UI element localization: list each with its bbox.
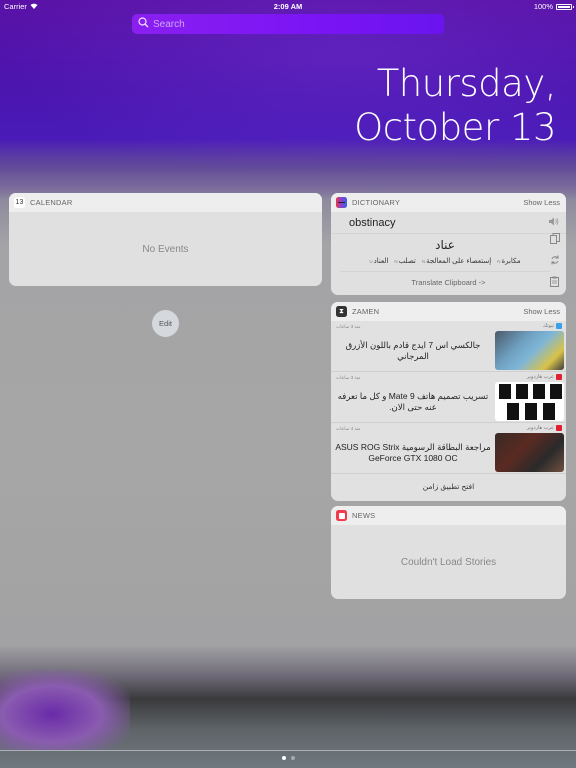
dictionary-title: DICTIONARY — [352, 198, 401, 207]
clock: 2:09 AM — [273, 2, 303, 11]
page-dot-1[interactable] — [281, 756, 286, 760]
open-zamen-button[interactable]: افتح تطبيق زامن — [331, 474, 566, 499]
source-icon — [556, 374, 562, 380]
news-item[interactable]: منذ 3 ساعات عرب هاردوير تسريب تصميم هاتف… — [331, 372, 566, 423]
edit-button[interactable]: Edit — [152, 310, 179, 337]
dictionary-widget: DICTIONARY Show Less obstinacy عناد مكاب… — [331, 193, 566, 295]
copy-icon[interactable] — [550, 233, 560, 247]
search-input[interactable] — [153, 18, 423, 30]
search-icon — [138, 15, 149, 33]
page-indicator[interactable] — [0, 756, 576, 760]
news-source: عرب هاردوير — [527, 374, 562, 380]
status-bar: Carrier 2:09 AM 100% — [0, 0, 576, 13]
calendar-app-icon: 13 — [14, 197, 25, 208]
zamen-widget: ⧗ ZAMEN Show Less منذ 3 ساعات تيوتك جالك… — [331, 302, 566, 501]
calendar-empty-text: No Events — [142, 243, 189, 255]
news-thumbnail — [495, 382, 564, 421]
battery-percent: 100% — [533, 2, 553, 11]
calendar-widget: 13 CALENDAR No Events — [9, 193, 322, 286]
calendar-header[interactable]: 13 CALENDAR — [9, 193, 322, 212]
page-dot-2[interactable] — [290, 756, 295, 760]
news-source: تيوتك — [543, 323, 562, 329]
news-item[interactable]: منذ 3 ساعات تيوتك جالكسي اس 7 ايدج قادم … — [331, 321, 566, 372]
news-item[interactable]: منذ 4 ساعات عرب هاردوير مراجعة البطاقة ا… — [331, 423, 566, 474]
news-time: منذ 3 ساعات — [336, 375, 361, 380]
dock-divider — [0, 750, 576, 751]
dictionary-show-less-button[interactable]: Show Less — [523, 198, 560, 207]
dictionary-translation: عناد مكابرةN إستعصاء على المعالجةN تصلبN… — [340, 234, 550, 272]
dictionary-word: obstinacy — [349, 216, 396, 229]
swap-icon[interactable] — [550, 255, 560, 268]
source-icon — [556, 323, 562, 329]
dictionary-header: DICTIONARY Show Less — [331, 193, 566, 212]
date-weekday: Thursday, — [376, 62, 557, 105]
zamen-app-icon: ⧗ — [336, 306, 347, 317]
clipboard-icon[interactable] — [550, 276, 560, 290]
dictionary-synonyms: مكابرةN إستعصاء على المعالجةN تصلبN العن… — [340, 257, 550, 265]
news-thumbnail — [495, 331, 564, 370]
news-source: عرب هاردوير — [527, 425, 562, 431]
battery-icon — [556, 3, 574, 10]
synonym-item: تصلبN — [394, 258, 416, 265]
synonym-item: العنادU — [369, 258, 389, 265]
zamen-header: ⧗ ZAMEN Show Less — [331, 302, 566, 321]
synonym-item: إستعصاء على المعالجةN — [421, 258, 492, 265]
date-month-day: October 13 — [354, 106, 556, 149]
dictionary-translation-main: عناد — [435, 238, 455, 252]
speaker-icon[interactable] — [548, 217, 560, 228]
search-bar[interactable] — [132, 14, 444, 34]
zamen-title: ZAMEN — [352, 307, 380, 316]
news-time: منذ 4 ساعات — [336, 426, 361, 431]
calendar-title: CALENDAR — [30, 198, 73, 207]
news-headline[interactable]: تسريب تصميم هاتف Mate 9 و كل ما تعرفه عن… — [334, 383, 492, 421]
synonym-item: مكابرةN — [497, 258, 521, 265]
news-widget: NEWS Couldn't Load Stories — [331, 506, 566, 599]
news-header[interactable]: NEWS — [331, 506, 566, 525]
dictionary-side-actions — [550, 233, 560, 290]
news-app-icon — [336, 510, 347, 521]
translate-clipboard-button[interactable]: Translate Clipboard -> — [331, 272, 566, 292]
news-title: NEWS — [352, 511, 376, 520]
dictionary-app-icon — [336, 197, 347, 208]
date-display: Thursday, October 13 — [354, 62, 556, 150]
news-thumbnail — [495, 433, 564, 472]
source-icon — [556, 425, 562, 431]
news-time: منذ 3 ساعات — [336, 324, 361, 329]
zamen-show-less-button[interactable]: Show Less — [523, 307, 560, 316]
news-headline[interactable]: جالكسي اس 7 ايدج قادم باللون الأزرق المر… — [334, 332, 492, 370]
wallpaper-blob — [0, 670, 130, 750]
dictionary-word-row: obstinacy — [331, 212, 566, 234]
news-headline[interactable]: مراجعة البطاقة الرسومية ASUS ROG Strix G… — [334, 434, 492, 472]
news-empty-text: Couldn't Load Stories — [400, 556, 497, 568]
